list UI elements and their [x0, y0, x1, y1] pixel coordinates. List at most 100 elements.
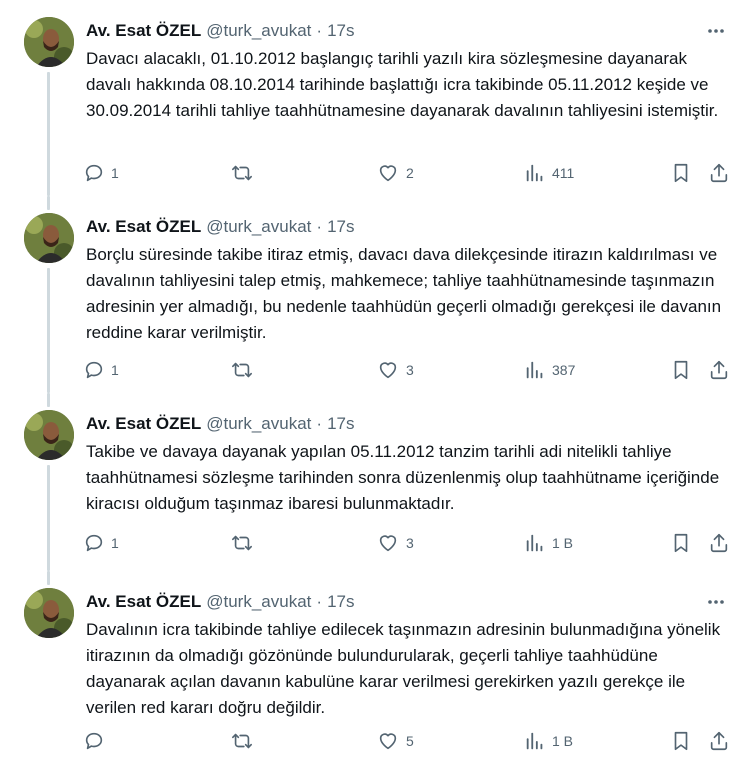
share-button[interactable] [708, 358, 730, 382]
view-count: 1 B [552, 733, 574, 749]
separator-dot: · [316, 21, 323, 40]
bookmark-button[interactable] [670, 161, 692, 185]
tweet-timestamp[interactable]: 17s [327, 20, 354, 42]
share-button[interactable] [708, 531, 730, 555]
like-count: 2 [406, 165, 414, 181]
views-icon [524, 532, 546, 554]
reply-count: 1 [111, 535, 119, 551]
tweet-header: Av. Esat ÖZEL @turk_avukat · 17s [86, 20, 681, 42]
tweet-timestamp[interactable]: 17s [327, 216, 354, 238]
view-count: 411 [552, 165, 575, 181]
retweet-button[interactable] [230, 161, 260, 185]
reply-button[interactable]: 1 [83, 531, 119, 555]
thread-connector [47, 465, 50, 571]
view-count: 1 B [552, 535, 574, 551]
tweet-text: Davalının icra takibinde tahliye edilece… [86, 620, 721, 717]
share-button[interactable] [708, 161, 730, 185]
like-icon [376, 359, 400, 381]
retweet-button[interactable] [230, 729, 260, 753]
views-icon [524, 162, 546, 184]
bookmark-button[interactable] [670, 358, 692, 382]
share-icon [708, 730, 730, 752]
reply-count: 1 [111, 362, 119, 378]
tweet-text: Davacı alacaklı, 01.10.2012 başlangıç ta… [86, 49, 719, 120]
author-handle[interactable]: @turk_avukat [206, 20, 311, 42]
tweet-actions: 1 3 1 B [0, 531, 751, 555]
views-button[interactable]: 411 [524, 161, 574, 185]
like-count: 3 [406, 362, 414, 378]
bookmark-icon [670, 359, 692, 381]
like-icon [376, 532, 400, 554]
retweet-button[interactable] [230, 358, 260, 382]
like-count: 5 [406, 733, 414, 749]
views-button[interactable]: 387 [524, 358, 575, 382]
tweet-actions: 1 3 387 [0, 358, 751, 382]
tweet-timestamp[interactable]: 17s [327, 413, 354, 435]
retweet-icon [230, 359, 254, 381]
tweet-actions: 1 2 411 [0, 161, 751, 185]
tweet-header: Av. Esat ÖZEL @turk_avukat · 17s [86, 216, 681, 238]
tweet[interactable]: Av. Esat ÖZEL @turk_avukat · 17s Davacı … [0, 0, 751, 196]
like-icon [376, 162, 400, 184]
like-button[interactable]: 2 [376, 161, 414, 185]
separator-dot: · [316, 414, 323, 433]
view-count: 387 [552, 362, 576, 378]
share-icon [708, 359, 730, 381]
reply-count: 1 [111, 165, 119, 181]
views-button[interactable]: 1 B [524, 729, 573, 753]
retweet-icon [230, 730, 254, 752]
avatar[interactable] [24, 410, 74, 460]
reply-icon [83, 162, 105, 184]
like-button[interactable]: 5 [376, 729, 414, 753]
separator-dot: · [316, 592, 323, 611]
thread-connector [47, 571, 50, 585]
bookmark-button[interactable] [670, 729, 692, 753]
tweet-thread: Av. Esat ÖZEL @turk_avukat · 17s Davacı … [0, 0, 751, 771]
author-name[interactable]: Av. Esat ÖZEL [86, 591, 201, 613]
bookmark-button[interactable] [670, 531, 692, 555]
share-icon [708, 162, 730, 184]
retweet-button[interactable] [230, 531, 260, 555]
like-count: 3 [406, 535, 414, 551]
author-handle[interactable]: @turk_avukat [206, 591, 311, 613]
views-icon [524, 730, 546, 752]
tweet-header: Av. Esat ÖZEL @turk_avukat · 17s [86, 413, 681, 435]
author-name[interactable]: Av. Esat ÖZEL [86, 216, 201, 238]
author-handle[interactable]: @turk_avukat [206, 216, 311, 238]
like-button[interactable]: 3 [376, 531, 414, 555]
thread-connector [47, 196, 50, 210]
author-name[interactable]: Av. Esat ÖZEL [86, 20, 201, 42]
avatar[interactable] [24, 588, 74, 638]
share-button[interactable] [708, 729, 730, 753]
views-icon [524, 359, 546, 381]
reply-button[interactable]: 1 [83, 358, 119, 382]
retweet-icon [230, 532, 254, 554]
author-handle[interactable]: @turk_avukat [206, 413, 311, 435]
reply-icon [83, 532, 105, 554]
tweet-text: Takibe ve davaya dayanak yapılan 05.11.2… [86, 442, 720, 513]
tweet[interactable]: Av. Esat ÖZEL @turk_avukat · 17s Borçlu … [0, 196, 751, 393]
tweet[interactable]: Av. Esat ÖZEL @turk_avukat · 17s Takibe … [0, 393, 751, 571]
like-icon [376, 730, 400, 752]
reply-button[interactable]: 1 [83, 161, 119, 185]
bookmark-icon [670, 532, 692, 554]
avatar[interactable] [24, 17, 74, 67]
reply-button[interactable] [83, 729, 111, 753]
tweet-actions: 5 1 B [0, 729, 751, 753]
tweet[interactable]: Av. Esat ÖZEL @turk_avukat · 17s Davalın… [0, 571, 751, 771]
author-name[interactable]: Av. Esat ÖZEL [86, 413, 201, 435]
thread-connector [47, 393, 50, 407]
tweet-header: Av. Esat ÖZEL @turk_avukat · 17s [86, 591, 681, 613]
bookmark-icon [670, 730, 692, 752]
more-icon[interactable] [705, 591, 727, 613]
like-button[interactable]: 3 [376, 358, 414, 382]
more-icon[interactable] [705, 20, 727, 42]
views-button[interactable]: 1 B [524, 531, 573, 555]
tweet-text: Borçlu süresinde takibe itiraz etmiş, da… [86, 245, 722, 342]
share-icon [708, 532, 730, 554]
reply-icon [83, 359, 105, 381]
separator-dot: · [316, 217, 323, 236]
tweet-timestamp[interactable]: 17s [327, 591, 354, 613]
reply-icon [83, 730, 105, 752]
avatar[interactable] [24, 213, 74, 263]
